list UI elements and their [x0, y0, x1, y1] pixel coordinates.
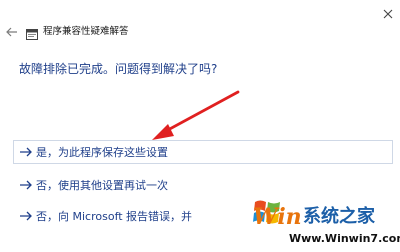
- watermark-url: Www.Winwin7.com: [289, 232, 400, 245]
- watermark: Win 系统之家 Www.Winwin7.com: [233, 194, 400, 252]
- watermark-title: 系统之家: [303, 206, 375, 227]
- watermark-brand: Win: [253, 204, 302, 230]
